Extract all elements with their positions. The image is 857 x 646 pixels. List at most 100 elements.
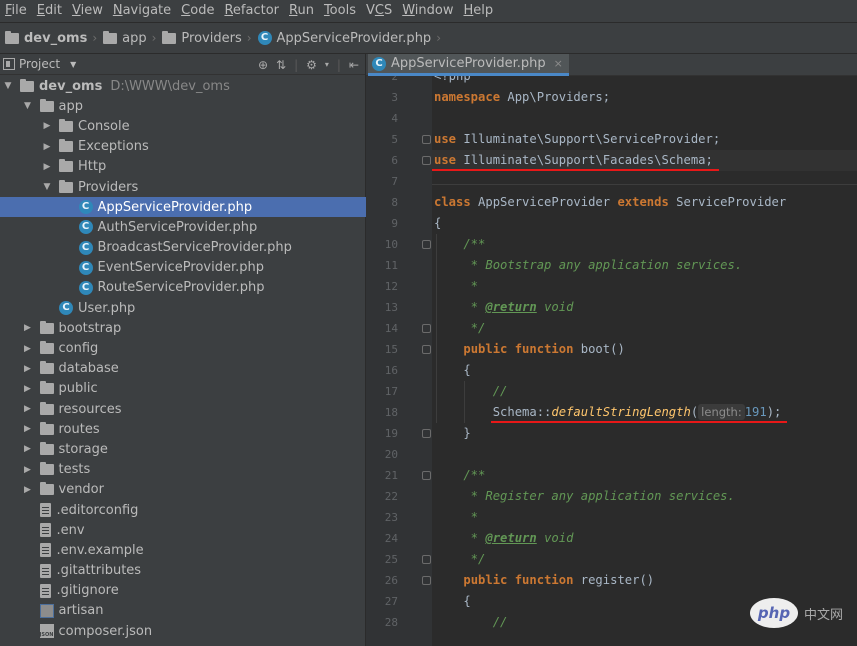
hide-panel-icon[interactable]: ⇤ [349, 58, 359, 72]
tree-file[interactable]: C User.php [0, 298, 366, 318]
tree-file[interactable]: C AuthServiceProvider.php [0, 217, 366, 237]
code-line[interactable]: <?php [434, 76, 471, 87]
caret-right-icon[interactable]: ▶ [22, 384, 34, 394]
menu-tools[interactable]: Tools [319, 0, 361, 22]
fold-marker-icon[interactable] [422, 555, 431, 564]
code-line[interactable]: // [434, 612, 508, 633]
chevron-down-icon[interactable]: ▾ [325, 60, 329, 69]
tree-file[interactable]: C RouteServiceProvider.php [0, 278, 366, 298]
menu-help[interactable]: Help [459, 0, 499, 22]
tab-app-service-provider[interactable]: C AppServiceProvider.php × [368, 54, 569, 76]
tree-file[interactable]: .env [0, 520, 366, 540]
tree-folder[interactable]: ▶ Http [0, 157, 366, 177]
code-line[interactable]: // [434, 381, 508, 402]
fold-marker-icon[interactable] [422, 324, 431, 333]
breadcrumb-item[interactable]: Providers › [159, 22, 254, 54]
menu-vcs[interactable]: VCS [361, 0, 397, 22]
caret-right-icon[interactable]: ▶ [22, 485, 34, 495]
code-editor[interactable]: 2 3 4 5 6 7 8 9 10 11 12 13 14 15 16 17 18 19 20 21 22 23 24 25… [366, 76, 857, 646]
menu-file[interactable]: File [0, 0, 32, 22]
tree-folder[interactable]: ▶ resources [0, 399, 366, 419]
menu-code[interactable]: Code [176, 0, 219, 22]
tree-folder[interactable]: ▶ bootstrap [0, 318, 366, 338]
target-icon[interactable]: ⊕ [258, 58, 268, 72]
tree-file[interactable]: .gitattributes [0, 561, 366, 581]
code-line[interactable]: } [434, 423, 470, 444]
caret-right-icon[interactable]: ▶ [41, 121, 53, 131]
tree-folder[interactable]: ▶ storage [0, 439, 366, 459]
tree-folder[interactable]: ▶ routes [0, 419, 366, 439]
tree-folder[interactable]: ▶ tests [0, 460, 366, 480]
code-line[interactable]: * @return void [434, 297, 574, 318]
caret-right-icon[interactable]: ▶ [22, 444, 34, 454]
code-line[interactable]: * [434, 507, 478, 528]
fold-marker-icon[interactable] [422, 345, 431, 354]
chevron-down-icon[interactable]: ▼ [70, 60, 76, 69]
tree-folder[interactable]: ▶ config [0, 338, 366, 358]
menu-edit[interactable]: Edit [32, 0, 67, 22]
tree-folder[interactable]: ▼ dev_oms D:\WWW\dev_oms [0, 76, 366, 96]
tree-folder[interactable]: ▶ vendor [0, 480, 366, 500]
menu-navigate[interactable]: Navigate [108, 0, 176, 22]
menu-refactor[interactable]: Refactor [219, 0, 284, 22]
code-line[interactable]: * [434, 276, 478, 297]
code-line[interactable]: /** [434, 465, 485, 486]
project-panel-title[interactable]: Project [19, 57, 60, 71]
tree-file[interactable]: .env.example [0, 540, 366, 560]
close-icon[interactable]: × [554, 57, 563, 70]
caret-right-icon[interactable]: ▶ [22, 465, 34, 475]
code-line[interactable]: public function boot() [434, 339, 624, 360]
code-line[interactable]: Schema::defaultStringLength(length: 191); [434, 402, 781, 423]
menu-run[interactable]: Run [284, 0, 319, 22]
code-line[interactable]: { [434, 213, 441, 234]
fold-marker-icon[interactable] [422, 429, 431, 438]
caret-right-icon[interactable]: ▶ [22, 323, 34, 333]
code-line[interactable]: /** [434, 234, 485, 255]
tree-file[interactable]: C EventServiceProvider.php [0, 258, 366, 278]
gear-icon[interactable]: ⚙ [306, 58, 317, 72]
code-line[interactable]: */ [434, 318, 486, 339]
menu-window[interactable]: Window [397, 0, 458, 22]
fold-marker-icon[interactable] [422, 156, 431, 165]
tree-file[interactable]: C BroadcastServiceProvider.php [0, 238, 366, 258]
tree-folder[interactable]: ▶ Exceptions [0, 137, 366, 157]
tree-folder[interactable]: ▼ Providers [0, 177, 366, 197]
code-line[interactable]: * Register any application services. [434, 486, 735, 507]
fold-marker-icon[interactable] [422, 471, 431, 480]
caret-down-icon[interactable]: ▼ [22, 101, 34, 111]
tree-file[interactable]: .editorconfig [0, 500, 366, 520]
caret-right-icon[interactable]: ▶ [41, 162, 53, 172]
tree-folder[interactable]: ▼ app [0, 96, 366, 116]
tree-folder[interactable]: ▶ public [0, 379, 366, 399]
fold-marker-icon[interactable] [422, 135, 431, 144]
code-line[interactable]: use Illuminate\Support\ServiceProvider; [434, 129, 720, 150]
caret-right-icon[interactable]: ▶ [22, 424, 34, 434]
tree-file[interactable]: .gitignore [0, 581, 366, 601]
code-line[interactable]: * @return void [434, 528, 574, 549]
caret-down-icon[interactable]: ▼ [2, 81, 14, 91]
fold-marker-icon[interactable] [422, 576, 431, 585]
code-line[interactable]: class AppServiceProvider extends Service… [434, 192, 786, 213]
code-line[interactable]: { [434, 591, 470, 612]
code-line[interactable]: { [434, 360, 470, 381]
breadcrumb-item[interactable]: C AppServiceProvider.php › [255, 22, 444, 54]
breadcrumb-item[interactable]: app › [100, 22, 159, 54]
tree-folder[interactable]: ▶ Console [0, 116, 366, 136]
caret-right-icon[interactable]: ▶ [22, 364, 34, 374]
menu-view[interactable]: View [67, 0, 108, 22]
code-line[interactable]: namespace App\Providers; [434, 87, 610, 108]
tree-file[interactable]: composer.json [0, 621, 366, 641]
caret-right-icon[interactable]: ▶ [41, 142, 53, 152]
breadcrumb-item[interactable]: dev_oms › [2, 22, 100, 54]
tree-file[interactable]: artisan [0, 601, 366, 621]
code-line[interactable]: public function register() [434, 570, 654, 591]
caret-down-icon[interactable]: ▼ [41, 182, 53, 192]
code-line[interactable]: */ [434, 549, 486, 570]
tree-file[interactable]: C AppServiceProvider.php [0, 197, 366, 218]
collapse-all-icon[interactable]: ⇅ [276, 58, 286, 72]
code-line[interactable]: use Illuminate\Support\Facades\Schema; [434, 150, 713, 171]
fold-marker-icon[interactable] [422, 240, 431, 249]
tree-folder[interactable]: ▶ database [0, 359, 366, 379]
caret-right-icon[interactable]: ▶ [22, 404, 34, 414]
caret-right-icon[interactable]: ▶ [22, 344, 34, 354]
